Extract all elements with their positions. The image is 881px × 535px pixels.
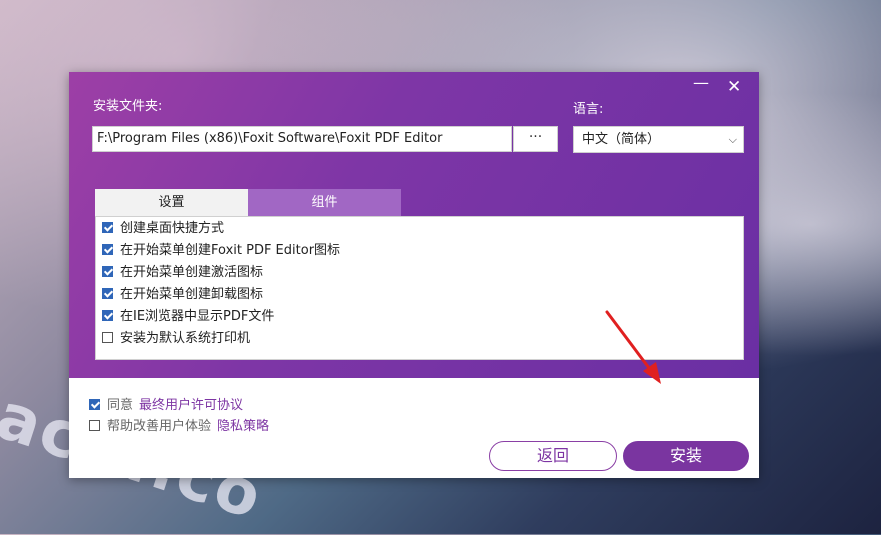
option-label: 安装为默认系统打印机	[120, 331, 251, 346]
install-folder-label: 安装文件夹:	[93, 99, 163, 114]
tab-settings[interactable]: 设置	[95, 189, 248, 216]
option-uninstall-icon[interactable]: 在开始菜单创建卸载图标	[102, 285, 263, 305]
dialog-header-area: — ✕ 安装文件夹: 语言: F:\Program Files (x86)\Fo…	[69, 72, 759, 378]
improve-experience-row[interactable]: 帮助改善用户体验 隐私策略	[89, 418, 269, 436]
agree-eula-row[interactable]: 同意 最终用户许可协议	[89, 397, 243, 415]
install-button[interactable]: 安装	[623, 441, 749, 471]
chevron-down-icon: ⌵	[728, 133, 737, 146]
checkbox[interactable]	[102, 309, 113, 321]
option-start-menu-icon[interactable]: 在开始菜单创建Foxit PDF Editor图标	[102, 241, 340, 261]
installer-dialog: — ✕ 安装文件夹: 语言: F:\Program Files (x86)\Fo…	[69, 72, 759, 478]
option-desktop-shortcut[interactable]: 创建桌面快捷方式	[102, 219, 224, 239]
language-label: 语言:	[573, 102, 604, 117]
option-label: 在开始菜单创建卸载图标	[120, 287, 264, 302]
settings-options-panel: 创建桌面快捷方式 在开始菜单创建Foxit PDF Editor图标 在开始菜单…	[95, 216, 744, 360]
install-path-input[interactable]: F:\Program Files (x86)\Foxit Software\Fo…	[92, 126, 512, 152]
privacy-policy-link[interactable]: 隐私策略	[217, 419, 269, 434]
option-default-printer[interactable]: 安装为默认系统打印机	[102, 329, 250, 349]
checkbox[interactable]	[89, 419, 100, 431]
option-label: 在IE浏览器中显示PDF文件	[120, 309, 275, 324]
checkbox[interactable]	[102, 331, 113, 343]
option-label: 在开始菜单创建Foxit PDF Editor图标	[120, 243, 341, 258]
checkbox[interactable]	[102, 287, 113, 299]
agree-label: 同意	[107, 398, 134, 413]
checkbox[interactable]	[89, 398, 100, 410]
minimize-icon[interactable]: —	[693, 74, 709, 92]
tab-components[interactable]: 组件	[248, 189, 401, 216]
improve-label: 帮助改善用户体验	[107, 419, 212, 434]
option-ie-pdf[interactable]: 在IE浏览器中显示PDF文件	[102, 307, 274, 327]
checkbox[interactable]	[102, 265, 113, 277]
close-icon[interactable]: ✕	[727, 78, 741, 96]
browse-folder-button[interactable]: ···	[513, 126, 558, 152]
checkbox[interactable]	[102, 243, 113, 255]
back-button[interactable]: 返回	[489, 441, 617, 471]
option-label: 在开始菜单创建激活图标	[120, 265, 264, 280]
language-select[interactable]: 中文（简体） ⌵	[573, 126, 744, 153]
option-label: 创建桌面快捷方式	[120, 221, 225, 236]
eula-link[interactable]: 最终用户许可协议	[139, 398, 243, 413]
checkbox[interactable]	[102, 221, 113, 233]
option-activation-icon[interactable]: 在开始菜单创建激活图标	[102, 263, 263, 283]
language-selected-value: 中文（简体）	[582, 132, 661, 147]
